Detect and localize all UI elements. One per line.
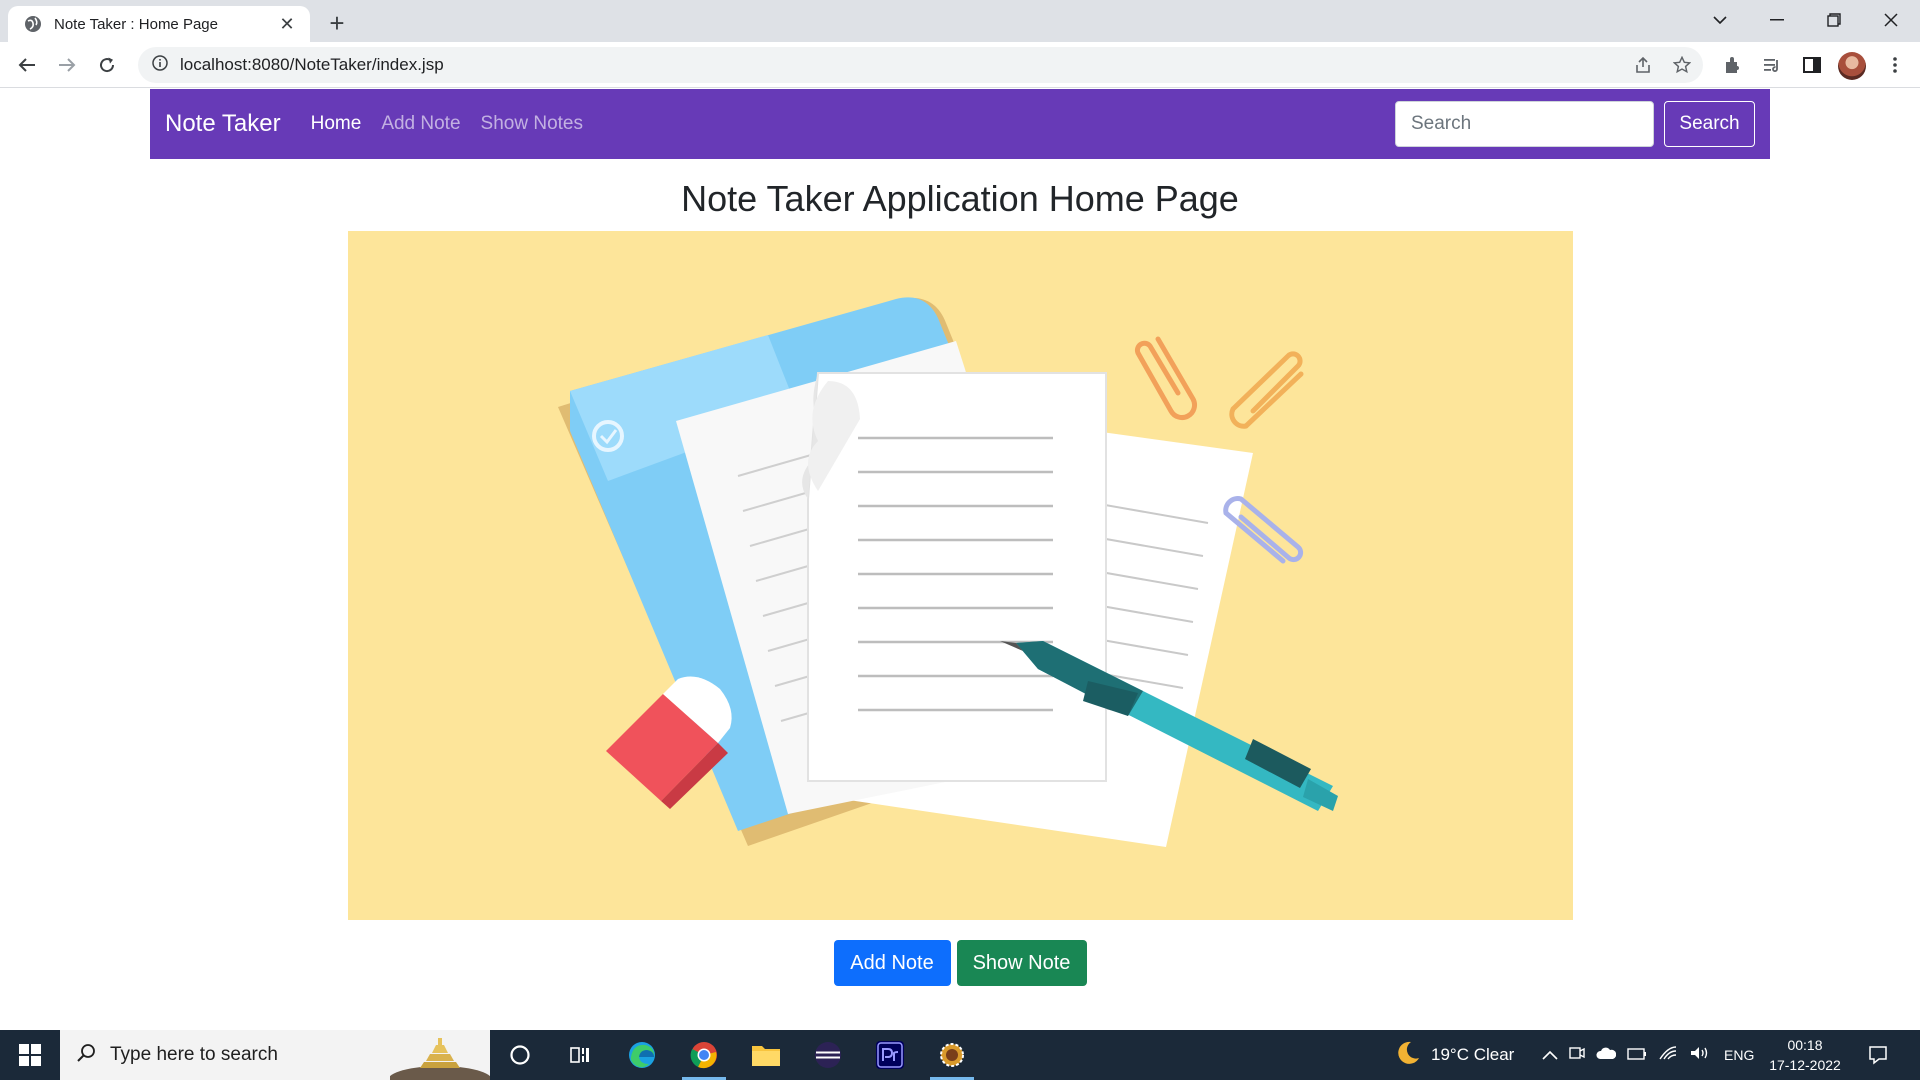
wifi-icon[interactable] [1658,1045,1678,1066]
clock-date: 17-12-2022 [1769,1057,1841,1073]
notification-icon[interactable] [1848,1030,1908,1080]
url-text: localhost:8080/NoteTaker/index.jsp [180,55,444,74]
extensions-icon[interactable] [1717,50,1747,80]
nav-link-add-note[interactable]: Add Note [381,113,460,135]
search-icon [76,1043,96,1068]
cortana-icon[interactable] [490,1030,550,1080]
moon-icon [1395,1040,1421,1071]
clock-time: 00:18 [1787,1037,1823,1053]
navbar-brand[interactable]: Note Taker [165,110,281,138]
tab-title: Note Taker : Home Page [54,15,218,33]
nav-link-show-notes[interactable]: Show Notes [481,113,583,135]
weather-widget[interactable]: 19°C Clear [1395,1030,1514,1080]
search-button[interactable]: Search [1664,101,1755,147]
weather-text: 19°C Clear [1431,1045,1515,1064]
show-note-button[interactable]: Show Note [956,940,1087,986]
battery-icon[interactable] [1627,1045,1647,1065]
tab-search-icon[interactable] [1692,0,1748,40]
restore-icon[interactable] [1806,0,1862,40]
meet-now-icon[interactable] [1569,1045,1585,1066]
new-tab-icon[interactable]: + [322,8,352,38]
minimize-icon[interactable] [1749,0,1805,40]
language-indicator[interactable]: ENG [1724,1047,1754,1063]
temple-illustration-icon [388,1034,490,1080]
taskbar-clock[interactable]: 00:18 17-12-2022 [1760,1035,1850,1075]
bookmark-star-icon[interactable] [1667,50,1697,80]
profile-avatar[interactable] [1838,52,1866,80]
globe-icon [24,15,42,33]
browser-toolbar: localhost:8080/NoteTaker/index.jsp [0,42,1920,88]
taskbar-search-placeholder: Type here to search [110,1044,278,1065]
side-panel-icon[interactable] [1797,50,1827,80]
task-view-icon[interactable] [550,1030,610,1080]
action-buttons: Add Note Show Note [0,940,1920,986]
info-icon[interactable] [152,54,168,76]
edge-browser-icon[interactable] [612,1030,672,1080]
file-explorer-icon[interactable] [736,1030,796,1080]
chevron-up-icon[interactable] [1542,1045,1558,1065]
windows-start-icon[interactable] [0,1030,60,1080]
back-icon[interactable] [12,50,42,80]
forward-icon[interactable] [52,50,82,80]
add-note-button[interactable]: Add Note [833,940,951,986]
premiere-pro-icon[interactable] [860,1030,920,1080]
taskbar-search-box[interactable]: Type here to search [60,1030,490,1080]
nav-link-home[interactable]: Home [311,113,362,135]
onedrive-icon[interactable] [1596,1045,1617,1065]
chrome-icon[interactable] [674,1030,734,1080]
page-title: Note Taker Application Home Page [681,178,1239,219]
taskbar: Type here to search 19°C Clear ENG 00:18… [0,1030,1920,1080]
search-input[interactable] [1395,101,1654,147]
eraser-icon [606,676,732,809]
volume-icon[interactable] [1689,1045,1709,1066]
note-page [802,372,1107,782]
window-close-icon[interactable] [1863,0,1919,40]
browser-tab[interactable]: Note Taker : Home Page ✕ [8,6,310,42]
navbar: Note Taker Home Add Note Show Notes Sear… [150,89,1770,159]
eclipse-ide-icon[interactable] [798,1030,858,1080]
media-control-icon[interactable] [1757,50,1787,80]
address-bar[interactable]: localhost:8080/NoteTaker/index.jsp [138,47,1703,83]
close-icon[interactable]: ✕ [276,13,298,35]
app-gear-icon[interactable] [922,1030,982,1080]
reload-icon[interactable] [92,50,122,80]
menu-kebab-icon[interactable] [1880,50,1910,80]
system-tray-icons: ENG [1542,1030,1754,1080]
hero-illustration [348,231,1573,920]
share-icon[interactable] [1628,50,1658,80]
browser-tabstrip: Note Taker : Home Page ✕ + [0,0,1920,42]
page-content: Note Taker Home Add Note Show Notes Sear… [0,88,1920,1030]
